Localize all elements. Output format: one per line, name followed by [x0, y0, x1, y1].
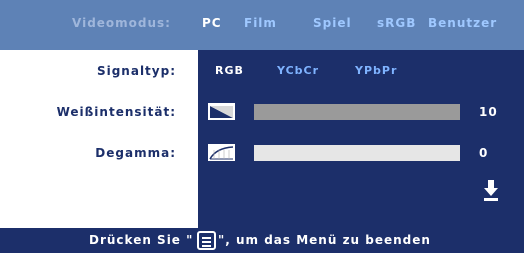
- mode-option-benutzer[interactable]: Benutzer: [428, 16, 497, 30]
- footer-text-suffix: ", um das Menü zu beenden: [218, 233, 431, 247]
- degamma-value: 0: [479, 146, 489, 160]
- mode-option-srgb[interactable]: sRGB: [377, 16, 416, 30]
- footer-hint: Drücken Sie " ", um das Menü zu beenden: [0, 228, 524, 253]
- mode-option-spiel[interactable]: Spiel: [313, 16, 352, 30]
- osd-menu: Videomodus: PC Film Spiel sRGB Benutzer …: [0, 0, 524, 253]
- white-intensity-slider[interactable]: [254, 104, 460, 120]
- mode-option-pc[interactable]: PC: [202, 16, 222, 30]
- white-intensity-label: Weißintensität:: [56, 105, 176, 119]
- settings-labels: Signaltyp: Weißintensität: Degamma:: [0, 50, 198, 228]
- menu-button-icon: [197, 231, 216, 250]
- mode-option-film[interactable]: Film: [244, 16, 277, 30]
- signal-type-label: Signaltyp:: [96, 64, 176, 78]
- degamma-slider[interactable]: [254, 145, 460, 161]
- signal-option-ypbpr[interactable]: YPbPr: [355, 64, 397, 77]
- video-mode-label: Videomodus:: [72, 16, 171, 30]
- degamma-label: Degamma:: [95, 146, 176, 160]
- white-intensity-value: 10: [479, 105, 498, 119]
- degamma-icon: [208, 144, 235, 161]
- signal-option-ycbcr[interactable]: YCbCr: [277, 64, 319, 77]
- white-intensity-icon: [208, 103, 235, 120]
- arrow-down-icon[interactable]: [484, 180, 498, 202]
- video-mode-bar: Videomodus: PC Film Spiel sRGB Benutzer: [0, 0, 524, 50]
- signal-option-rgb[interactable]: RGB: [215, 64, 244, 77]
- white-intensity-slider-fill: [254, 104, 460, 120]
- footer-text-prefix: Drücken Sie ": [89, 233, 194, 247]
